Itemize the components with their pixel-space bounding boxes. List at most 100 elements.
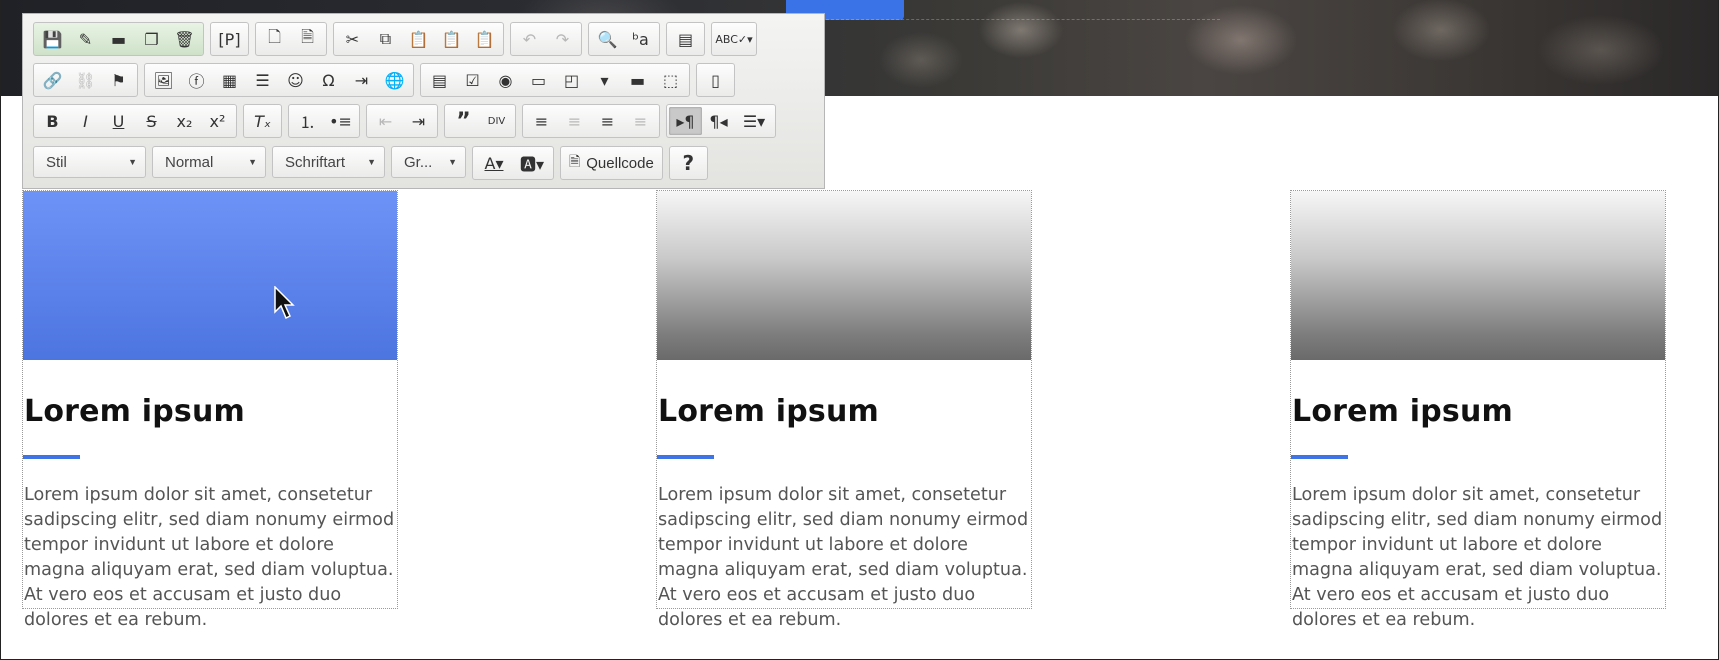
checkbox-icon[interactable]: ☑	[456, 66, 489, 94]
size-combo[interactable]: Gr... ▼	[391, 146, 466, 178]
style-combo[interactable]: Stil ▼	[33, 146, 146, 178]
folder-icon[interactable]: ▬	[102, 25, 135, 53]
direction-group: ▸¶ ¶◂ ☰▾	[666, 104, 776, 138]
hidden-field-icon[interactable]: ⬚	[654, 66, 687, 94]
new-page-icon[interactable]: 🗋	[258, 25, 291, 53]
card-accent-rule	[657, 455, 714, 459]
color-group: A▾ 🅰▾	[472, 146, 554, 180]
card-image[interactable]	[23, 191, 397, 360]
document-group: 💾 ✎ ▬ ❐ 🗑	[33, 22, 204, 56]
save-icon[interactable]: 💾	[36, 25, 69, 53]
radio-icon[interactable]: ◉	[489, 66, 522, 94]
replace-icon[interactable]: ᵇa	[624, 25, 657, 53]
blockquote-icon[interactable]: ”	[447, 107, 480, 135]
bold-icon[interactable]: B	[36, 107, 69, 135]
maximize-icon[interactable]: ▯	[699, 66, 732, 94]
card-title: Lorem ipsum	[1292, 394, 1514, 429]
anchor-flag-icon[interactable]: ⚑	[102, 66, 135, 94]
format-combo[interactable]: Normal ▼	[152, 146, 266, 178]
align-left-icon[interactable]: ≡	[525, 107, 558, 135]
form-icon[interactable]: ▤	[423, 66, 456, 94]
card-body: Lorem ipsum dolor sit amet, consetetur s…	[24, 485, 395, 630]
page-break-icon[interactable]: ⇥	[345, 66, 378, 94]
align-justify-icon[interactable]: ≡	[624, 107, 657, 135]
subscript-icon[interactable]: x₂	[168, 107, 201, 135]
page-group: 🗋 🗎	[255, 22, 327, 56]
card-accent-rule	[23, 455, 80, 459]
toolbar-row-2: 🔗 ⛓ ⚑ 🖼 ⓕ ▦ ☰ ☺ Ω ⇥ 🌐 ▤ ☑ ◉ ▭ ◰ ▾ ▬ ⬚ ▯	[33, 63, 735, 99]
select-all-icon[interactable]: ▤	[669, 25, 702, 53]
help-icon[interactable]: ?	[672, 149, 705, 177]
spellcheck-group: ABC✓▾	[711, 22, 757, 56]
outdent-icon[interactable]: ⇤	[369, 107, 402, 135]
source-button-label: Quellcode	[586, 154, 654, 172]
chevron-down-icon: ▼	[367, 157, 376, 167]
iframe-globe-icon[interactable]: 🌐	[378, 66, 411, 94]
spellcheck-icon[interactable]: ABC✓▾	[714, 25, 754, 53]
paste-word-icon[interactable]: 📋	[468, 25, 501, 53]
textarea-icon[interactable]: ◰	[555, 66, 588, 94]
paste-icon[interactable]: 📋	[402, 25, 435, 53]
copy-icon[interactable]: ⧉	[369, 25, 402, 53]
chevron-down-icon: ▼	[448, 157, 457, 167]
copy-page-icon[interactable]: ❐	[135, 25, 168, 53]
font-combo-label: Schriftart	[285, 153, 346, 171]
card-body: Lorem ipsum dolor sit amet, consetetur s…	[658, 485, 1029, 630]
italic-icon[interactable]: I	[69, 107, 102, 135]
card-image[interactable]	[657, 191, 1031, 360]
search-icon[interactable]: 🔍	[591, 25, 624, 53]
paste-text-icon[interactable]: 📋	[435, 25, 468, 53]
link-group: 🔗 ⛓ ⚑	[33, 63, 138, 97]
card-accent-rule	[1291, 455, 1348, 459]
toolbar-row-3: B I U S x₂ x² Tₓ ⒈ •≡ ⇤ ⇥ ” DIV ≡ ≡ ≡ ≡	[33, 104, 776, 140]
bg-color-icon[interactable]: 🅰▾	[513, 149, 551, 177]
source-button[interactable]: 🗎 Quellcode	[560, 146, 663, 180]
strikethrough-icon[interactable]: S	[135, 107, 168, 135]
align-center-icon[interactable]: ≡	[558, 107, 591, 135]
text-color-icon[interactable]: A▾	[475, 149, 513, 177]
smiley-icon[interactable]: ☺	[279, 66, 312, 94]
underline-icon[interactable]: U	[102, 107, 135, 135]
remove-format-icon[interactable]: Tₓ	[246, 107, 279, 135]
select-field-icon[interactable]: ▾	[588, 66, 621, 94]
card-image[interactable]	[1291, 191, 1665, 360]
magic-wand-icon[interactable]: ✎	[69, 25, 102, 53]
table-icon[interactable]: ▦	[213, 66, 246, 94]
rtl-icon[interactable]: ¶◂	[702, 107, 735, 135]
maximize-group: ▯	[696, 63, 735, 97]
source-code-icon: 🗎	[569, 153, 581, 169]
special-char-icon[interactable]: Ω	[312, 66, 345, 94]
flash-icon[interactable]: ⓕ	[180, 66, 213, 94]
card-body: Lorem ipsum dolor sit amet, consetetur s…	[1292, 485, 1663, 630]
text-field-icon[interactable]: ▭	[522, 66, 555, 94]
bulleted-list-icon[interactable]: •≡	[324, 107, 357, 135]
trash-icon[interactable]: 🗑	[168, 25, 201, 53]
font-combo[interactable]: Schriftart ▼	[272, 146, 385, 178]
templates-icon[interactable]: 🗎	[291, 25, 324, 53]
align-group: ≡ ≡ ≡ ≡	[522, 104, 660, 138]
image-icon[interactable]: 🖼	[147, 66, 180, 94]
undo-icon[interactable]: ↶	[513, 25, 546, 53]
link-icon[interactable]: 🔗	[36, 66, 69, 94]
redo-icon[interactable]: ↷	[546, 25, 579, 53]
find-group: 🔍 ᵇa	[588, 22, 660, 56]
cut-icon[interactable]: ✂	[336, 25, 369, 53]
format-combo-label: Normal	[165, 153, 214, 171]
numbered-list-icon[interactable]: ⒈	[291, 107, 324, 135]
ltr-icon[interactable]: ▸¶	[669, 107, 702, 135]
button-field-icon[interactable]: ▬	[621, 66, 654, 94]
unlink-icon[interactable]: ⛓	[69, 66, 102, 94]
horizontal-line-icon[interactable]: ☰	[246, 66, 279, 94]
indent-icon[interactable]: ⇥	[402, 107, 435, 135]
placeholder-icon[interactable]: [P]	[213, 25, 246, 53]
card-title: Lorem ipsum	[24, 394, 246, 429]
card-2[interactable]: Lorem ipsum Lorem ipsum dolor sit amet, …	[656, 190, 1032, 630]
history-group: ↶ ↷	[510, 22, 582, 56]
card-3[interactable]: Lorem ipsum Lorem ipsum dolor sit amet, …	[1290, 190, 1666, 630]
div-container-icon[interactable]: DIV	[480, 107, 513, 135]
card-1[interactable]: Lorem ipsum Lorem ipsum dolor sit amet, …	[22, 190, 398, 630]
language-icon[interactable]: ☰▾	[735, 107, 773, 135]
placeholder-group: [P]	[210, 22, 249, 56]
superscript-icon[interactable]: x²	[201, 107, 234, 135]
align-right-icon[interactable]: ≡	[591, 107, 624, 135]
